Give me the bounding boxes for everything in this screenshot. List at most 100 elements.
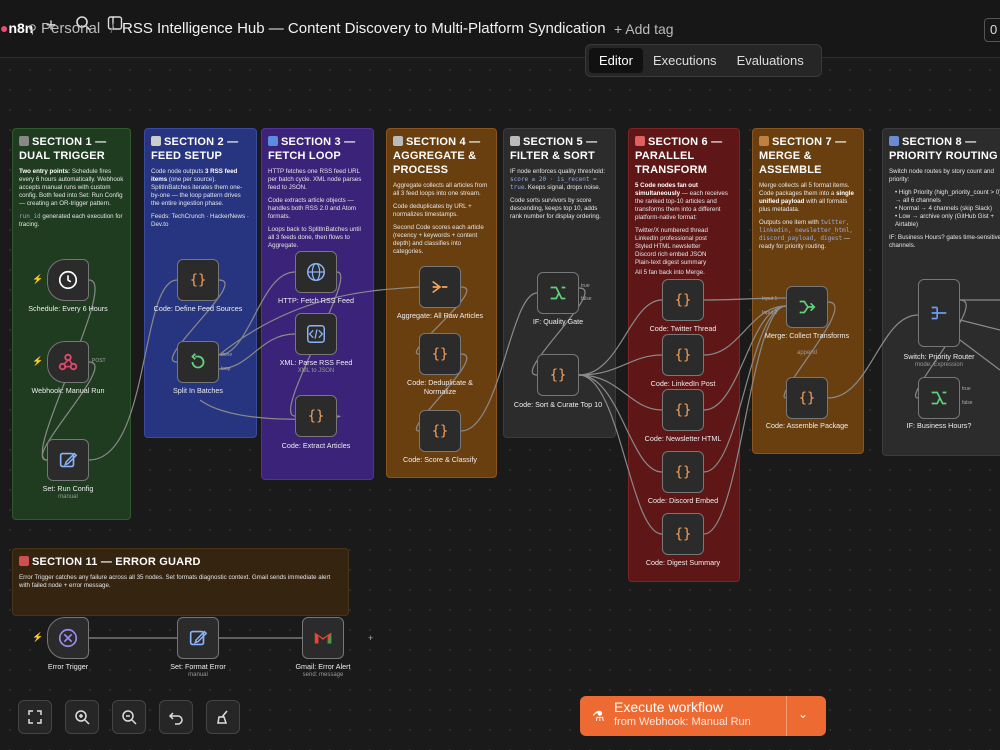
node-subtitle: manual bbox=[58, 494, 78, 500]
node-label: Code: Deduplicate & Normalize bbox=[407, 378, 473, 396]
edit-icon bbox=[189, 630, 208, 646]
top-bar: ●n8n + ⚲ Personal / RSS Intelligence Hub… bbox=[0, 0, 1000, 58]
globe-icon bbox=[307, 263, 325, 281]
node-label: Switch: Priority Router bbox=[903, 352, 975, 361]
code-braces-icon: {} bbox=[550, 368, 567, 384]
clock-icon bbox=[58, 270, 78, 290]
code-braces-icon: {} bbox=[675, 348, 692, 364]
node-label: Webhook: Manual Run bbox=[31, 386, 105, 395]
trigger-bolt-icon: ⚡ bbox=[32, 632, 44, 642]
node-label: Code: Define Feed Sources bbox=[153, 304, 243, 313]
node-label: Code: Newsletter HTML bbox=[644, 434, 722, 443]
execute-label: Execute workflow bbox=[614, 699, 723, 715]
code-dedupe-node[interactable]: {} bbox=[419, 333, 461, 375]
xml-code-icon bbox=[307, 325, 325, 343]
node-label: Gmail: Error Alert bbox=[295, 662, 351, 671]
node-subtitle: XML to JSON bbox=[297, 368, 335, 374]
code-braces-icon: {} bbox=[675, 293, 692, 309]
workflow-title[interactable]: RSS Intelligence Hub — Content Discovery… bbox=[122, 20, 606, 37]
code-define-feeds-node[interactable]: {} bbox=[177, 259, 219, 301]
merge-icon bbox=[799, 300, 816, 314]
counter-badge[interactable]: 0 bbox=[984, 18, 1000, 42]
section-title: SECTION 4 — AGGREGATE & PROCESS bbox=[393, 136, 481, 176]
error-trigger-node[interactable] bbox=[47, 617, 89, 659]
split-in-batches-node[interactable] bbox=[177, 341, 219, 383]
node-label: Code: Discord Embed bbox=[647, 496, 719, 505]
add-node-plus-icon[interactable]: + bbox=[368, 633, 373, 643]
code-score-node[interactable]: {} bbox=[419, 410, 461, 452]
code-assemble-node[interactable]: {} bbox=[786, 377, 828, 419]
svg-text:{}: {} bbox=[550, 368, 567, 384]
node-subtitle: manual bbox=[188, 672, 208, 678]
svg-text:{}: {} bbox=[675, 403, 692, 419]
section-title: SECTION 3 — FETCH LOOP bbox=[268, 136, 356, 162]
chevron-down-icon[interactable]: ⌄ bbox=[798, 707, 808, 721]
code-braces-icon: {} bbox=[308, 409, 325, 425]
set-format-error-node[interactable] bbox=[177, 617, 219, 659]
code-twitter-node[interactable]: {} bbox=[662, 279, 704, 321]
tidy-up-button[interactable] bbox=[206, 700, 240, 734]
section-title: SECTION 8 — PRIORITY ROUTING bbox=[889, 136, 998, 162]
node-label: XML: Parse RSS Feed bbox=[279, 358, 353, 367]
node-subtitle: mode: Expression bbox=[914, 362, 964, 368]
loop-icon bbox=[191, 353, 205, 369]
tab-executions[interactable]: Executions bbox=[643, 48, 727, 73]
execute-workflow-button[interactable]: ⚗ Execute workflow from Webhook: Manual … bbox=[580, 696, 826, 736]
aggregate-icon bbox=[432, 280, 448, 294]
svg-text:{}: {} bbox=[432, 347, 449, 363]
code-braces-icon: {} bbox=[432, 424, 449, 440]
view-tabs: Editor Executions Evaluations bbox=[585, 44, 822, 77]
node-label: Code: Digest Summary bbox=[645, 558, 721, 567]
if-quality-gate-node[interactable] bbox=[537, 272, 579, 314]
code-discord-node[interactable]: {} bbox=[662, 451, 704, 493]
undo-button[interactable] bbox=[159, 700, 193, 734]
section-title: SECTION 2 — FEED SETUP bbox=[151, 136, 239, 162]
gmail-alert-node[interactable] bbox=[302, 617, 344, 659]
node-subtitle: send: message bbox=[302, 672, 344, 678]
add-tag-button[interactable]: + Add tag bbox=[614, 21, 674, 37]
svg-text:{}: {} bbox=[308, 409, 325, 425]
if-business-hours-node[interactable] bbox=[918, 377, 960, 419]
svg-text:{}: {} bbox=[432, 424, 449, 440]
section-title: SECTION 7 — MERGE & ASSEMBLE bbox=[759, 136, 847, 176]
port-label: true bbox=[962, 386, 971, 392]
node-label: Split In Batches bbox=[173, 386, 223, 395]
sticky-section-11[interactable]: SECTION 11 — ERROR GUARD Error Trigger c… bbox=[12, 548, 349, 616]
port-label: false bbox=[962, 400, 973, 406]
node-label: Aggregate: All Raw Articles bbox=[396, 311, 484, 320]
code-linkedin-node[interactable]: {} bbox=[662, 334, 704, 376]
tab-editor[interactable]: Editor bbox=[589, 48, 643, 73]
node-label: HTTP: Fetch RSS Feed bbox=[278, 296, 354, 305]
xml-parse-node[interactable] bbox=[295, 313, 337, 355]
port-label: loop bbox=[221, 366, 231, 372]
webhook-node[interactable] bbox=[47, 341, 89, 383]
breadcrumb[interactable]: ⚲ Personal / bbox=[28, 20, 115, 37]
set-run-config-node[interactable] bbox=[47, 439, 89, 481]
http-fetch-node[interactable] bbox=[295, 251, 337, 293]
node-label: Set: Format Error bbox=[170, 662, 226, 671]
code-digest-node[interactable]: {} bbox=[662, 513, 704, 555]
node-subtitle: append bbox=[796, 350, 818, 356]
fit-view-button[interactable] bbox=[18, 700, 52, 734]
code-braces-icon: {} bbox=[675, 403, 692, 419]
node-label: Error Trigger bbox=[47, 662, 89, 671]
code-sort-node[interactable]: {} bbox=[537, 354, 579, 396]
merge-node[interactable] bbox=[786, 286, 828, 328]
switch-priority-node[interactable] bbox=[918, 279, 960, 347]
port-label: Input 1 bbox=[762, 296, 778, 302]
aggregate-node[interactable] bbox=[419, 266, 461, 308]
node-label: Code: Score & Classify bbox=[403, 455, 477, 464]
code-extract-node[interactable]: {} bbox=[295, 395, 337, 437]
undo-icon bbox=[168, 712, 183, 725]
zoom-in-button[interactable] bbox=[65, 700, 99, 734]
port-label: POST bbox=[92, 358, 106, 364]
project-name[interactable]: Personal bbox=[41, 20, 100, 37]
section-title: SECTION 1 — DUAL TRIGGER bbox=[19, 136, 107, 162]
edit-icon bbox=[59, 452, 78, 468]
node-label: Code: Sort & Curate Top 10 bbox=[513, 400, 603, 409]
code-newsletter-node[interactable]: {} bbox=[662, 389, 704, 431]
schedule-node[interactable] bbox=[47, 259, 89, 301]
tab-evaluations[interactable]: Evaluations bbox=[727, 48, 814, 73]
zoom-out-button[interactable] bbox=[112, 700, 146, 734]
svg-text:{}: {} bbox=[675, 348, 692, 364]
